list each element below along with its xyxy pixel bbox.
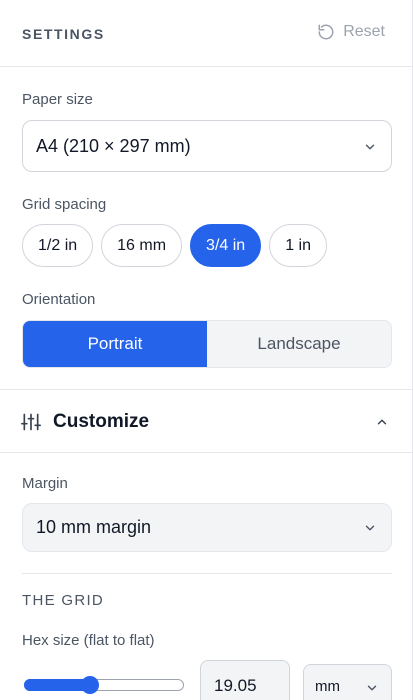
customize-section-header[interactable]: Customize	[0, 389, 412, 453]
grid-spacing-option[interactable]: 16 mm	[101, 224, 183, 267]
reset-label: Reset	[343, 23, 385, 40]
paper-size-label: Paper size	[22, 91, 93, 108]
chevron-down-icon	[365, 144, 375, 150]
hex-size-input[interactable]: 19.05	[200, 660, 290, 700]
grid-spacing-option-selected[interactable]: 3/4 in	[190, 224, 262, 267]
unit-select[interactable]: mm	[303, 664, 392, 700]
grid-spacing-option[interactable]: 1/2 in	[22, 224, 94, 267]
slider-thumb[interactable]	[81, 676, 99, 694]
chevron-up-icon[interactable]	[375, 415, 389, 429]
hex-size-slider[interactable]	[24, 676, 184, 694]
grid-group-title: THE GRID	[22, 592, 105, 609]
chevron-down-icon	[367, 685, 377, 691]
rotate-ccw-icon	[318, 24, 334, 40]
settings-panel: SETTINGS Reset Paper size A4 (210 × 297 …	[0, 0, 413, 700]
orientation-toggle: Portrait Landscape	[22, 320, 392, 368]
section-divider	[22, 573, 392, 574]
margin-value: 10 mm margin	[36, 517, 152, 537]
sliders-icon	[21, 413, 41, 431]
margin-label: Margin	[22, 475, 68, 492]
grid-spacing-option[interactable]: 1 in	[269, 224, 327, 267]
unit-value: mm	[315, 678, 340, 695]
orientation-portrait[interactable]: Portrait	[23, 321, 207, 367]
hex-size-label: Hex size (flat to flat)	[22, 632, 155, 649]
chevron-down-icon	[365, 525, 375, 531]
panel-title: SETTINGS	[22, 26, 105, 42]
orientation-label: Orientation	[22, 291, 96, 308]
grid-spacing-options: 1/2 in 16 mm 3/4 in 1 in	[22, 224, 327, 267]
reset-button[interactable]: Reset	[317, 23, 385, 41]
panel-header: SETTINGS Reset	[0, 0, 412, 67]
orientation-landscape[interactable]: Landscape	[207, 321, 391, 367]
margin-select[interactable]: 10 mm margin	[22, 503, 392, 552]
paper-size-select[interactable]: A4 (210 × 297 mm)	[22, 120, 392, 172]
paper-size-value: A4 (210 × 297 mm)	[36, 135, 191, 156]
grid-spacing-label: Grid spacing	[22, 196, 107, 213]
customize-title: Customize	[53, 411, 150, 432]
